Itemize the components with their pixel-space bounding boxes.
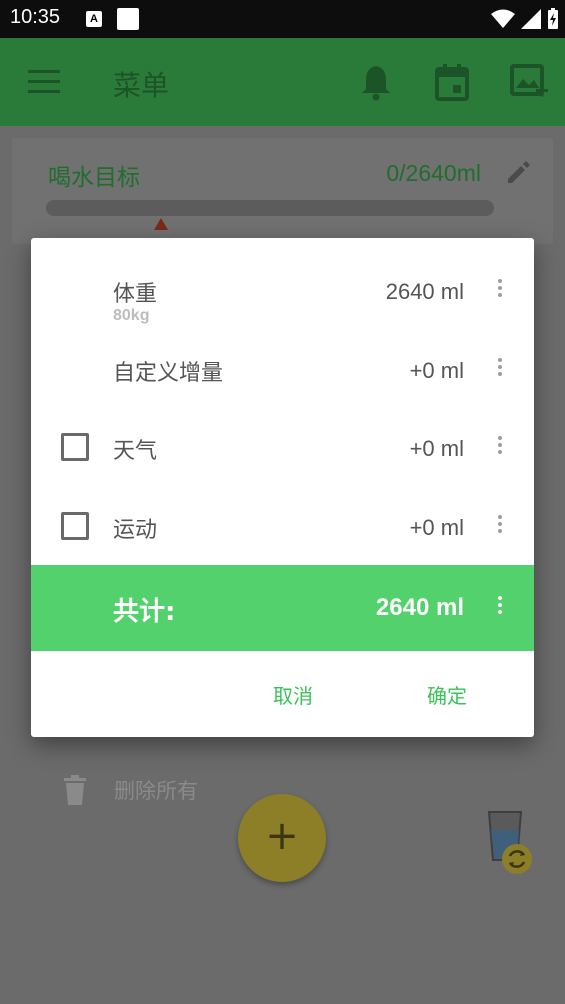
custom-increment-label: 自定义增量 xyxy=(113,361,224,386)
weather-ml: +0 ml xyxy=(409,436,464,461)
status-time: 10:35 xyxy=(10,6,61,28)
goal-label: 喝水目标 xyxy=(48,165,140,191)
water-goal-card[interactable]: 喝水目标 0/2640ml xyxy=(12,138,553,244)
total-label: 共计: xyxy=(113,597,176,627)
custom-increment-ml: +0 ml xyxy=(409,358,464,383)
confirm-button[interactable]: 确定 xyxy=(427,680,467,709)
more-vert-icon[interactable] xyxy=(490,512,510,542)
app-bar: 菜单 xyxy=(0,38,565,126)
more-vert-icon[interactable] xyxy=(490,433,510,463)
total-row[interactable]: 共计: 2640 ml xyxy=(31,565,534,651)
total-ml: 2640 ml xyxy=(375,594,464,621)
weight-label: 体重 xyxy=(113,282,158,307)
trash-icon xyxy=(64,775,86,805)
exercise-ml: +0 ml xyxy=(409,515,464,540)
plus-icon: + xyxy=(265,813,299,859)
wifi-icon xyxy=(491,9,515,28)
notification-a-icon: A xyxy=(86,11,102,27)
delete-all-label: 删除所有 xyxy=(114,779,198,803)
more-vert-icon[interactable] xyxy=(490,276,510,306)
more-vert-icon[interactable] xyxy=(490,593,510,623)
battery-icon xyxy=(548,8,558,29)
menu-icon[interactable] xyxy=(28,70,60,94)
status-bar: 10:35 A xyxy=(0,0,565,38)
goal-amount: 0/2640ml xyxy=(386,160,481,186)
more-vert-icon[interactable] xyxy=(490,355,510,385)
pencil-icon[interactable] xyxy=(505,158,533,186)
exercise-label: 运动 xyxy=(113,518,158,543)
delete-all-button[interactable]: 删除所有 xyxy=(62,774,198,806)
calendar-icon[interactable] xyxy=(434,62,470,102)
weather-checkbox[interactable] xyxy=(61,433,89,461)
bell-icon[interactable] xyxy=(358,62,394,102)
water-goal-dialog: 体重 80kg 2640 ml 自定义增量 +0 ml 天气 +0 ml 运动 … xyxy=(31,238,534,737)
water-cup-icon[interactable] xyxy=(486,810,536,876)
signal-icon xyxy=(521,9,541,29)
app-title: 菜单 xyxy=(113,69,170,102)
weight-value-sub: 80kg xyxy=(113,307,150,324)
exercise-checkbox[interactable] xyxy=(61,512,89,540)
add-drink-fab[interactable]: + xyxy=(238,794,326,882)
notification-square-icon xyxy=(117,8,139,30)
progress-marker-icon xyxy=(154,218,168,230)
goal-progress-bar xyxy=(46,200,494,216)
weather-label: 天气 xyxy=(113,439,158,464)
cancel-button[interactable]: 取消 xyxy=(273,680,313,709)
weight-ml: 2640 ml xyxy=(385,279,464,304)
add-photo-icon[interactable] xyxy=(510,62,550,102)
system-icons xyxy=(491,8,559,30)
